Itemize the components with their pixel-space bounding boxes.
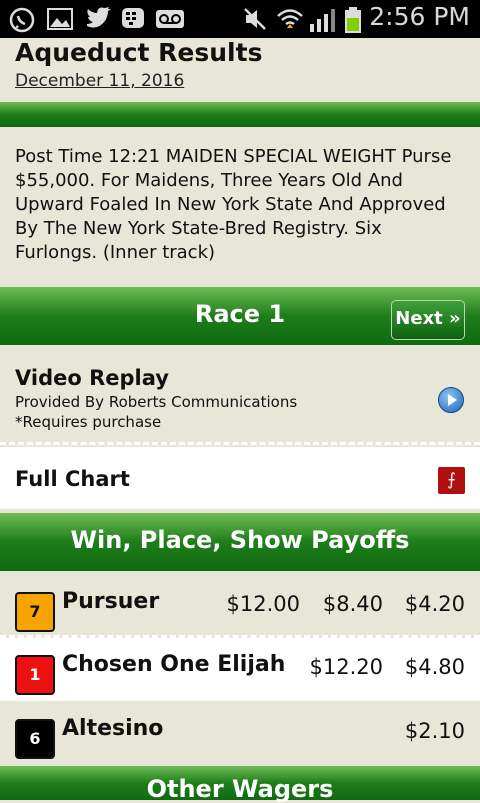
wifi-icon bbox=[277, 9, 303, 28]
payoffs-title: Win, Place, Show Payoffs bbox=[70, 526, 410, 554]
clock-time: 2:56 PM bbox=[369, 2, 470, 31]
status-bar: 2:56 PM bbox=[0, 0, 480, 38]
place-payoff: $8.40 bbox=[322, 592, 383, 616]
video-replay-row[interactable]: Video Replay Provided By Roberts Communi… bbox=[0, 347, 480, 445]
video-replay-title: Video Replay bbox=[15, 366, 169, 390]
video-purchase-note: *Requires purchase bbox=[15, 413, 162, 431]
horse-name: Pursuer bbox=[62, 589, 160, 614]
twitter-icon bbox=[87, 7, 111, 28]
results-header: Aqueduct Results December 11, 2016 bbox=[0, 38, 480, 102]
program-number-badge: 6 bbox=[15, 719, 55, 759]
mute-icon bbox=[244, 8, 266, 30]
race-description: Post Time 12:21 MAIDEN SPECIAL WEIGHT Pu… bbox=[15, 146, 452, 263]
battery-icon bbox=[345, 7, 361, 33]
payoffs-header: Win, Place, Show Payoffs bbox=[0, 513, 480, 571]
horse-name: Altesino bbox=[62, 716, 164, 741]
video-provider-text: Provided By Roberts Communications bbox=[15, 393, 298, 411]
show-payoff: $4.20 bbox=[404, 592, 465, 616]
page-title: Aqueduct Results bbox=[15, 38, 263, 67]
voicemail-icon bbox=[156, 10, 184, 28]
pdf-icon[interactable]: ⨍ bbox=[438, 467, 465, 494]
full-chart-row[interactable]: Full Chart ⨍ bbox=[0, 447, 480, 509]
horse-name: Chosen One Elijah bbox=[62, 652, 286, 677]
next-race-button[interactable]: Next » bbox=[391, 300, 465, 340]
results-date-link[interactable]: December 11, 2016 bbox=[15, 71, 184, 91]
program-number-badge: 7 bbox=[15, 592, 55, 632]
show-payoff: $4.80 bbox=[404, 655, 465, 679]
payoff-row: 1 Chosen One Elijah $12.20 $4.80 bbox=[0, 638, 480, 701]
other-wagers-title: Other Wagers bbox=[146, 775, 334, 803]
show-payoff: $2.10 bbox=[404, 719, 465, 743]
other-wagers-header: Other Wagers bbox=[0, 766, 480, 803]
program-number-badge: 1 bbox=[15, 655, 55, 695]
payoff-row: 6 Altesino $2.10 bbox=[0, 702, 480, 764]
full-chart-label: Full Chart bbox=[15, 467, 130, 491]
header-divider-band bbox=[0, 102, 480, 127]
signal-icon bbox=[310, 9, 335, 32]
win-payoff: $12.00 bbox=[226, 592, 300, 616]
whatsapp-icon bbox=[9, 7, 35, 33]
race-nav-bar: Race 1 Next » bbox=[0, 287, 480, 345]
image-icon bbox=[47, 8, 73, 30]
play-icon[interactable] bbox=[438, 387, 464, 413]
payoff-row: 7 Pursuer $12.00 $8.40 $4.20 bbox=[0, 575, 480, 638]
place-payoff: $12.20 bbox=[309, 655, 383, 679]
bbm-icon bbox=[122, 8, 144, 28]
